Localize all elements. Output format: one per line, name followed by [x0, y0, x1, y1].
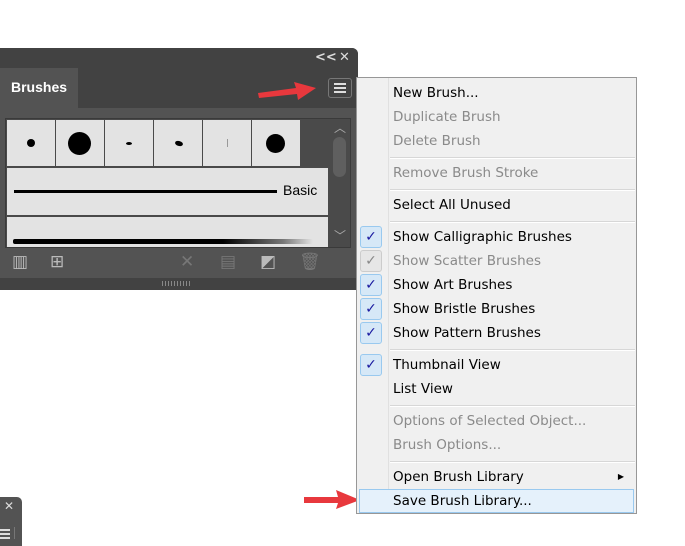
brush-thumbnail[interactable]	[154, 120, 202, 166]
annotation-arrow	[258, 82, 316, 100]
scroll-up-icon[interactable]: ︿	[334, 119, 346, 136]
menu-item-brush-options[interactable]: Brush Options...	[359, 433, 634, 457]
menu-item-select-all-unused[interactable]: Select All Unused	[359, 193, 634, 217]
checkmark-icon: ✓	[360, 354, 382, 376]
checkmark-icon: ✓	[360, 250, 382, 272]
panel-flyout-menu: New Brush... Duplicate Brush Delete Brus…	[356, 77, 637, 514]
checkmark-icon: ✓	[360, 298, 382, 320]
panel-title-bar[interactable]: << ✕	[0, 48, 358, 68]
collapse-button[interactable]: <<	[315, 50, 337, 65]
menu-item-new-brush[interactable]: New Brush...	[359, 81, 634, 105]
menu-item-thumbnail-view[interactable]: ✓ Thumbnail View	[359, 353, 634, 377]
collapsed-panel: ✕	[0, 497, 22, 546]
delete-brush-icon[interactable]: 🗑	[299, 252, 321, 272]
brush-options-icon[interactable]: ▤	[220, 252, 236, 272]
cc-libraries-icon[interactable]: ⊞	[50, 252, 64, 272]
menu-item-show-scatter[interactable]: ✓ Show Scatter Brushes	[359, 249, 634, 273]
menu-separator	[390, 349, 635, 351]
new-brush-icon[interactable]: ◩	[260, 252, 276, 272]
checkmark-icon: ✓	[360, 226, 382, 248]
brush-row-charcoal[interactable]	[7, 217, 328, 247]
menu-item-show-art[interactable]: ✓ Show Art Brushes	[359, 273, 634, 297]
menu-separator	[390, 221, 635, 223]
menu-item-show-calligraphic[interactable]: ✓ Show Calligraphic Brushes	[359, 225, 634, 249]
brush-thumbnail[interactable]	[203, 120, 251, 166]
checkmark-icon: ✓	[360, 322, 382, 344]
scroll-down-icon[interactable]: ﹀	[334, 227, 346, 244]
submenu-arrow-icon: ▶	[617, 472, 624, 481]
brush-thumbnail[interactable]	[105, 120, 153, 166]
resize-grip[interactable]	[0, 278, 358, 290]
brush-label: Basic	[283, 182, 318, 198]
menu-separator	[390, 461, 635, 463]
menu-separator	[390, 157, 635, 159]
close-button[interactable]: ✕	[339, 50, 350, 65]
tab-brushes[interactable]: Brushes	[0, 68, 78, 108]
menu-separator	[390, 189, 635, 191]
close-button[interactable]: ✕	[4, 499, 14, 513]
scrollbar-thumb[interactable]	[333, 137, 346, 177]
remove-brush-stroke-icon[interactable]: ✕	[180, 252, 194, 272]
annotation-arrow	[304, 490, 360, 509]
checkmark-icon: ✓	[360, 274, 382, 296]
menu-item-open-brush-library[interactable]: Open Brush Library ▶	[359, 465, 634, 489]
menu-item-show-pattern[interactable]: ✓ Show Pattern Brushes	[359, 321, 634, 345]
brush-libraries-icon[interactable]: ▥	[12, 252, 28, 272]
brush-list: Basic ︿ ﹀	[5, 118, 351, 248]
brush-thumbnail[interactable]	[7, 120, 55, 166]
menu-item-remove-brush-stroke[interactable]: Remove Brush Stroke	[359, 161, 634, 185]
menu-item-list-view[interactable]: List View	[359, 377, 634, 401]
brush-thumbnail[interactable]	[252, 120, 300, 166]
menu-separator	[390, 405, 635, 407]
menu-item-show-bristle[interactable]: ✓ Show Bristle Brushes	[359, 297, 634, 321]
menu-item-delete-brush[interactable]: Delete Brush	[359, 129, 634, 153]
menu-item-duplicate-brush[interactable]: Duplicate Brush	[359, 105, 634, 129]
menu-item-save-brush-library[interactable]: Save Brush Library...	[359, 489, 634, 513]
panel-toolbar: ▥ ⊞ ✕ ▤ ◩ 🗑	[0, 246, 358, 278]
brush-thumbnail[interactable]	[56, 120, 104, 166]
panel-menu-button[interactable]	[0, 527, 15, 539]
brush-row-basic[interactable]: Basic	[7, 168, 328, 215]
panel-menu-button[interactable]	[328, 78, 352, 98]
scrollbar[interactable]: ︿ ﹀	[331, 119, 349, 247]
menu-item-options-selected-object[interactable]: Options of Selected Object...	[359, 409, 634, 433]
